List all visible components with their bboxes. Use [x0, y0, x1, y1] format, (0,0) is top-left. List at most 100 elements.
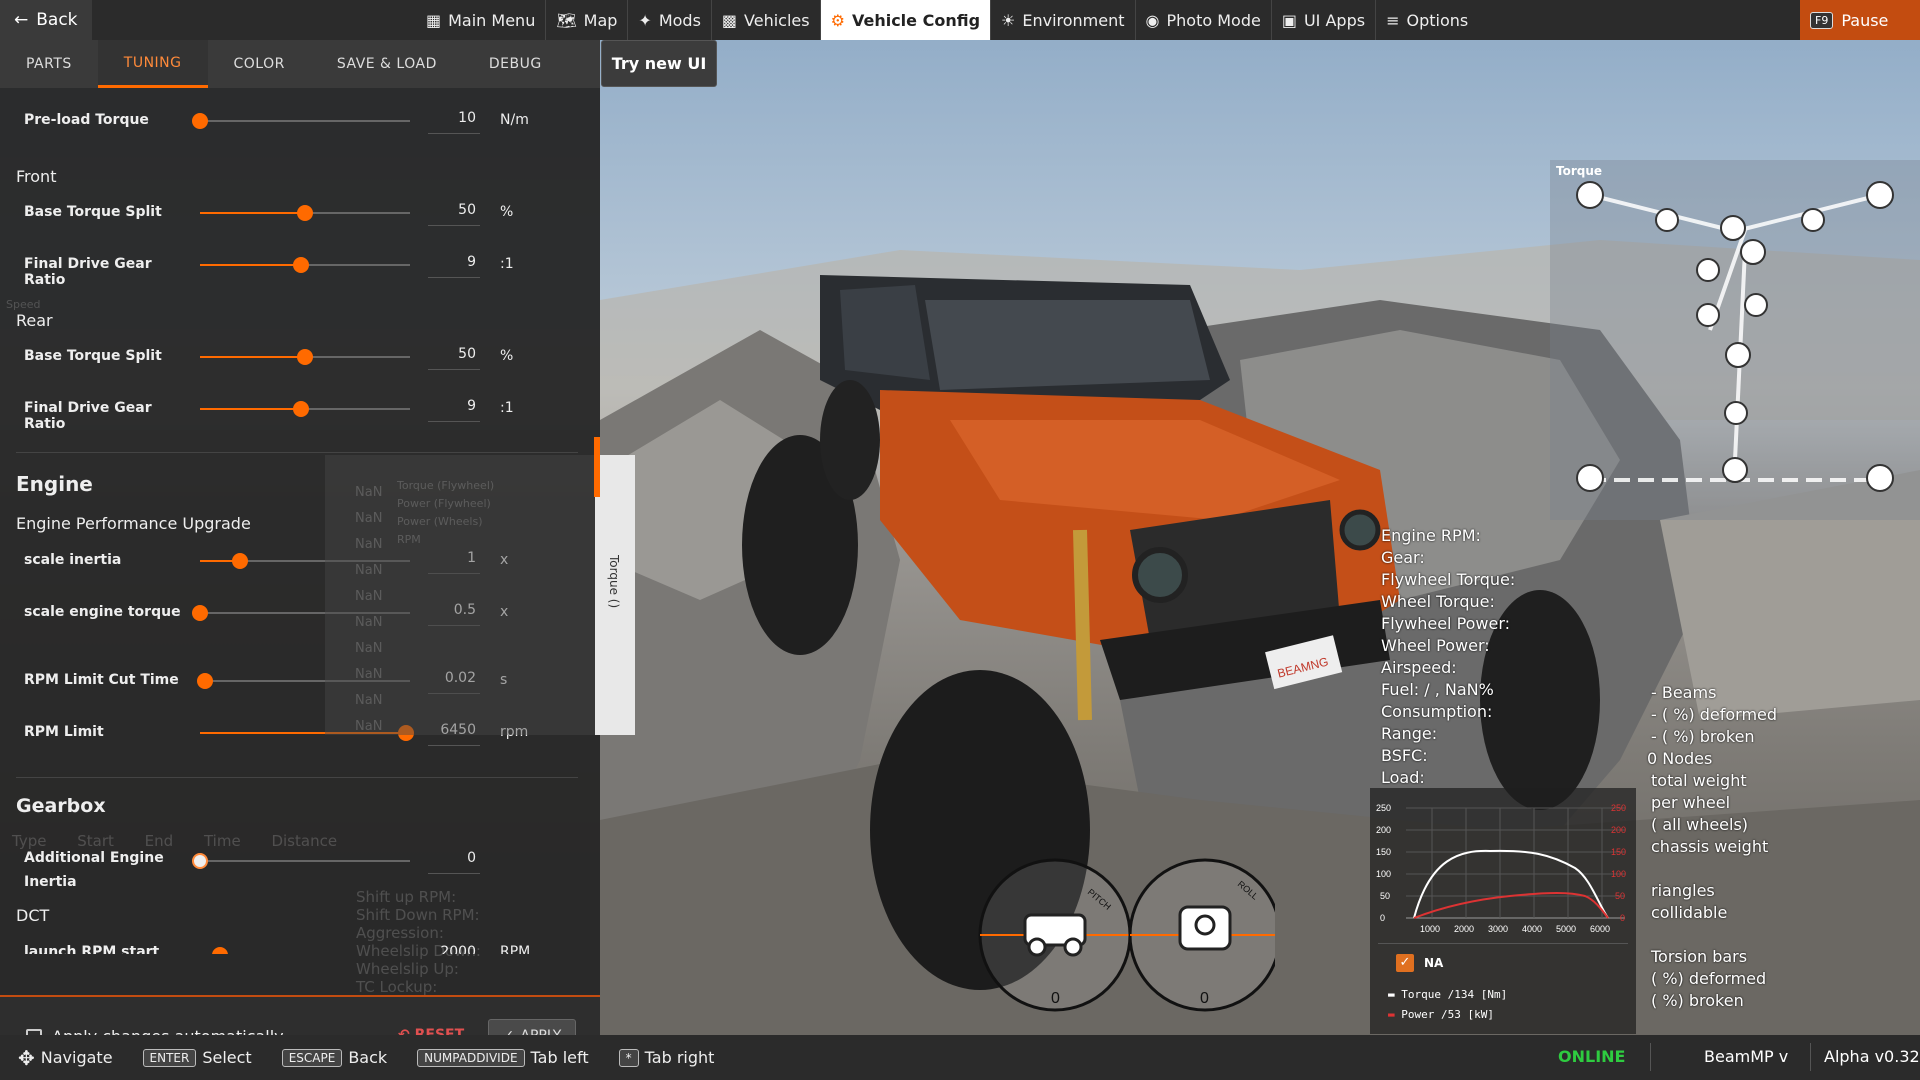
- hint-label: Select: [202, 1048, 252, 1067]
- hint-key: *: [618, 1048, 639, 1067]
- legend-swatch-white: ▬: [1388, 988, 1395, 1001]
- slider-value[interactable]: 50: [428, 202, 480, 226]
- y2-tick: 100: [1611, 869, 1626, 879]
- y-tick: 50: [1380, 891, 1390, 901]
- slider-knob[interactable]: [232, 553, 248, 569]
- slider-knob[interactable]: [297, 349, 313, 365]
- slider-label: Final Drive Gear Ratio: [24, 400, 152, 432]
- nav-vehicles[interactable]: ▩ Vehicles: [712, 0, 821, 40]
- car-icon: ▩: [721, 10, 738, 30]
- beam-stat-line: ( %) broken: [1651, 991, 1744, 1010]
- divider: [1650, 1043, 1651, 1071]
- slider-value[interactable]: 9: [428, 254, 480, 278]
- slider-track[interactable]: [200, 401, 410, 417]
- slider-value[interactable]: 2000: [428, 944, 480, 954]
- engine-info-line: Range:: [1381, 724, 1438, 743]
- engine-info-line: Load:: [1381, 768, 1425, 787]
- slider-track[interactable]: [192, 113, 410, 129]
- section-gearbox: Gearbox: [16, 795, 106, 817]
- tab-save-load[interactable]: SAVE & LOAD: [311, 40, 463, 88]
- power-curve: [1413, 892, 1609, 919]
- y-tick: 200: [1376, 825, 1391, 835]
- bottom-hint-bar: ✥ Navigate ENTER Select ESCAPE Back NUMPADD…: [0, 1035, 1920, 1080]
- roll-value: 0: [1200, 990, 1209, 1007]
- x-tick: 4000: [1522, 924, 1542, 934]
- hint-key: NUMPADDIVIDE: [417, 1048, 525, 1067]
- powertrain-diagram: [1576, 181, 1894, 492]
- dpad-icon: ✥: [18, 1045, 35, 1070]
- pitch-gauge: 0 PITCH: [978, 858, 1132, 1012]
- x-tick: 5000: [1556, 924, 1576, 934]
- ghost-line: Wheelslip Up:: [356, 960, 459, 978]
- slider-value[interactable]: 0: [428, 850, 480, 874]
- power-legend: ▬ Power /53 [kW]: [1388, 1008, 1494, 1021]
- hint-tab-left: NUMPADDIVIDE Tab left: [417, 1048, 589, 1067]
- nav-map[interactable]: 🗺 Map: [546, 0, 629, 40]
- engine-info-line: Engine RPM:: [1381, 526, 1481, 545]
- game-version: Alpha v0.32: [1824, 1047, 1920, 1066]
- label-line: Inertia: [24, 874, 77, 890]
- slider-knob[interactable]: [192, 605, 208, 621]
- map-icon: 🗺: [556, 10, 577, 30]
- slider-knob[interactable]: [192, 113, 208, 129]
- slider-knob[interactable]: [197, 673, 213, 689]
- slider-value[interactable]: 10: [428, 110, 480, 134]
- beam-stat-spacer: [1651, 858, 1777, 880]
- ghost-legend: Torque (Flywheel) Power (Flywheel) Power…: [397, 477, 494, 549]
- torque-graph-tab[interactable]: Torque (): [595, 455, 635, 735]
- tab-color[interactable]: COLOR: [208, 40, 311, 88]
- section-rear: Rear: [16, 311, 53, 330]
- nav-mods[interactable]: ✦ Mods: [628, 0, 712, 40]
- engine-info-line: Airspeed:: [1381, 658, 1457, 677]
- pause-button[interactable]: F9 Pause: [1800, 0, 1920, 40]
- slider-knob[interactable]: [192, 853, 208, 869]
- engine-info-line: Consumption:: [1381, 702, 1493, 721]
- nav-ui-apps[interactable]: ▣ UI Apps: [1272, 0, 1377, 40]
- config-tabs: PARTS TUNING COLOR SAVE & LOAD DEBUG: [0, 40, 600, 88]
- slider-track[interactable]: [200, 257, 410, 273]
- slider-track[interactable]: [200, 349, 410, 365]
- slider-row-preload: Pre-load Torque 10 N/m: [0, 106, 600, 136]
- nav-label: UI Apps: [1303, 10, 1366, 30]
- nav-photo-mode[interactable]: ◉ Photo Mode: [1136, 0, 1272, 40]
- tab-tuning[interactable]: TUNING: [97, 40, 208, 88]
- beammp-version: BeamMP v: [1704, 1047, 1789, 1066]
- tab-debug[interactable]: DEBUG: [463, 40, 568, 88]
- slider-track[interactable]: [192, 853, 410, 869]
- slider-knob[interactable]: [293, 257, 309, 273]
- nav-main-menu[interactable]: ▦ Main Menu: [416, 0, 547, 40]
- tab-parts[interactable]: PARTS: [0, 40, 98, 88]
- sun-cloud-icon: ☀: [1001, 10, 1016, 30]
- try-new-ui-button[interactable]: Try new UI: [601, 40, 717, 87]
- nav-label: Main Menu: [448, 10, 536, 30]
- slider-label: RPM Limit Cut Time: [24, 672, 179, 688]
- na-checkbox[interactable]: ✓: [1396, 954, 1414, 972]
- slider-value[interactable]: 50: [428, 346, 480, 370]
- engine-info-line: Flywheel Torque:: [1381, 570, 1516, 589]
- torque-curve-chart: 0 50 100 150 200 250 1000 2000 3000 4000…: [1376, 803, 1626, 934]
- slider-value[interactable]: 9: [428, 398, 480, 422]
- slider-knob[interactable]: [212, 947, 228, 954]
- slider-knob[interactable]: [297, 205, 313, 221]
- beam-stat-line: 0 Nodes: [1647, 749, 1713, 768]
- nav-environment[interactable]: ☀ Environment: [991, 0, 1136, 40]
- nav-vehicle-config[interactable]: ⚙ Vehicle Config: [820, 0, 992, 40]
- back-label: Back: [36, 10, 78, 30]
- divider: [16, 777, 578, 778]
- y-tick: 100: [1376, 869, 1391, 879]
- ghost-nan: NaN: [355, 693, 383, 708]
- slider-label: Additional Engine Inertia: [24, 846, 194, 894]
- main-nav: ▦ Main Menu 🗺 Map ✦ Mods ▩ Vehicles ⚙ Vehicle…: [416, 0, 1478, 40]
- ghost-legend-item: Power (Wheels): [397, 515, 483, 528]
- beam-stats-readout: - Beams - ( %) deformed - ( %) broken 0 …: [1647, 682, 1777, 1012]
- ghost-nan: NaN: [355, 615, 383, 630]
- nav-options[interactable]: ≡ Options: [1376, 0, 1478, 40]
- slider-track[interactable]: [200, 205, 410, 221]
- panel-scrollbar[interactable]: [594, 437, 600, 497]
- back-button[interactable]: ← Back: [0, 0, 92, 40]
- y-tick: 250: [1376, 803, 1391, 813]
- slider-knob[interactable]: [293, 401, 309, 417]
- camera-icon: ◉: [1145, 10, 1160, 30]
- ghost-nan: NaN: [355, 511, 383, 526]
- y2-tick: 0: [1620, 913, 1625, 923]
